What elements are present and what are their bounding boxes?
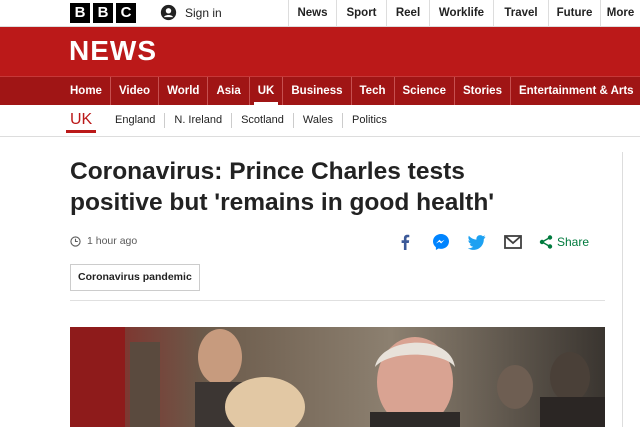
clock-icon <box>70 235 81 247</box>
article-photo <box>70 327 605 427</box>
uk-subnavigation: UK England N. Ireland Scotland Wales Pol… <box>0 105 640 137</box>
subnav-current-uk[interactable]: UK <box>66 111 97 133</box>
sign-in-link[interactable]: Sign in <box>160 4 222 21</box>
section-business[interactable]: Business <box>283 77 352 105</box>
subnav-england[interactable]: England <box>106 113 166 128</box>
logo-letter-b1: B <box>70 3 90 23</box>
topnav-news[interactable]: News <box>288 0 336 26</box>
section-science[interactable]: Science <box>395 77 455 105</box>
facebook-icon[interactable] <box>395 232 415 252</box>
news-masthead: NEWS <box>0 27 640 76</box>
section-stories[interactable]: Stories <box>455 77 511 105</box>
topnav-travel[interactable]: Travel <box>493 0 548 26</box>
topnav-future[interactable]: Future <box>548 0 600 26</box>
section-video[interactable]: Video <box>111 77 160 105</box>
bbc-logo[interactable]: B B C <box>70 3 136 23</box>
share-label[interactable]: Share <box>557 235 589 249</box>
email-icon[interactable] <box>503 232 523 252</box>
top-bar: B B C Sign in News Sport Reel Worklife T… <box>0 0 640 27</box>
logo-letter-b2: B <box>93 3 113 23</box>
right-column-edge <box>622 152 640 427</box>
section-asia[interactable]: Asia <box>208 77 250 105</box>
topnav-sport[interactable]: Sport <box>336 0 386 26</box>
topnav-worklife[interactable]: Worklife <box>429 0 493 26</box>
subnav-wales[interactable]: Wales <box>294 113 344 128</box>
section-entertainment-arts[interactable]: Entertainment & Arts <box>511 77 640 105</box>
section-uk[interactable]: UK <box>250 77 284 105</box>
section-tech[interactable]: Tech <box>352 77 395 105</box>
twitter-icon[interactable] <box>467 232 487 252</box>
messenger-icon[interactable] <box>431 232 451 252</box>
share-tools: Share <box>395 232 589 252</box>
sign-in-label: Sign in <box>185 5 222 20</box>
subnav-politics[interactable]: Politics <box>343 113 396 128</box>
photo-illustration <box>70 327 605 427</box>
user-icon <box>160 4 177 21</box>
top-navigation: News Sport Reel Worklife Travel Future M… <box>288 0 640 26</box>
divider <box>70 300 605 301</box>
section-home[interactable]: Home <box>62 77 111 105</box>
subnav-n-ireland[interactable]: N. Ireland <box>165 113 233 128</box>
section-world[interactable]: World <box>159 77 209 105</box>
article-headline: Coronavirus: Prince Charles tests positi… <box>70 158 495 216</box>
news-logo[interactable]: NEWS <box>69 35 157 67</box>
topnav-more[interactable]: More <box>600 0 640 26</box>
subnav-scotland[interactable]: Scotland <box>232 113 294 128</box>
topic-tag[interactable]: Coronavirus pandemic <box>70 264 200 291</box>
share-icon[interactable] <box>539 232 553 252</box>
topnav-reel[interactable]: Reel <box>386 0 429 26</box>
article-timestamp: 1 hour ago <box>70 235 137 247</box>
logo-letter-c: C <box>116 3 136 23</box>
timestamp-text: 1 hour ago <box>87 235 138 247</box>
section-navigation: Home Video World Asia UK Business Tech S… <box>0 76 640 105</box>
